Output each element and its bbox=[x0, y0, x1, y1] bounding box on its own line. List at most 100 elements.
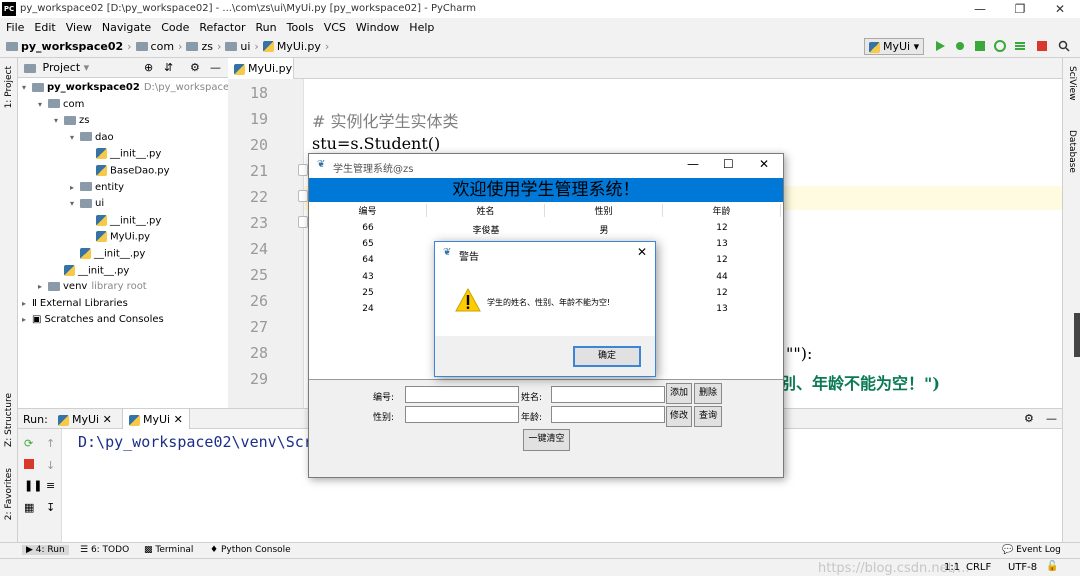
tree-item[interactable]: ▸ Ⅱ External Libraries bbox=[22, 298, 128, 309]
column-header[interactable]: 姓名 bbox=[427, 204, 545, 217]
locate-icon[interactable]: ⊕ bbox=[144, 58, 153, 78]
maximize-icon[interactable]: ❐ bbox=[1000, 0, 1040, 18]
delete-button[interactable]: 删除 bbox=[694, 383, 722, 404]
tree-item[interactable]: ▸ entity bbox=[70, 182, 124, 193]
up-arrow-icon[interactable]: ↑ bbox=[46, 437, 56, 450]
line-separator[interactable]: CRLF bbox=[966, 562, 991, 573]
breadcrumb-item-project[interactable]: py_workspace02 bbox=[21, 40, 123, 53]
tree-item[interactable]: ▾ dao bbox=[70, 132, 114, 143]
fold-marker-icon[interactable] bbox=[298, 216, 308, 228]
rerun-icon[interactable]: ⟳ bbox=[24, 437, 34, 450]
clear-all-button[interactable]: 一键清空 bbox=[523, 429, 570, 451]
tree-item[interactable]: ▾ ui bbox=[70, 198, 104, 209]
gear-icon[interactable]: ⚙ bbox=[190, 58, 200, 78]
run-tool-tab[interactable]: ▶ 4: Run bbox=[22, 545, 69, 555]
menu-code[interactable]: Code bbox=[161, 21, 189, 34]
query-button[interactable]: 查询 bbox=[694, 406, 722, 427]
chevron-down-icon[interactable]: ▾ bbox=[54, 116, 64, 125]
menu-navigate[interactable]: Navigate bbox=[102, 21, 151, 34]
run-icon[interactable] bbox=[934, 40, 946, 52]
stop-icon[interactable] bbox=[1036, 40, 1048, 52]
menu-edit[interactable]: Edit bbox=[34, 21, 55, 34]
fold-marker-icon[interactable] bbox=[298, 164, 308, 176]
run-tab-1[interactable]: MyUi ✕ bbox=[58, 413, 112, 426]
run-tab-2[interactable]: MyUi ✕ bbox=[122, 409, 190, 429]
down-arrow-icon[interactable]: ↓ bbox=[46, 459, 56, 472]
sex-input[interactable] bbox=[405, 406, 519, 423]
menu-refactor[interactable]: Refactor bbox=[199, 21, 245, 34]
wrap-icon[interactable]: ≡ bbox=[46, 479, 56, 492]
sciview-tool-tab[interactable]: SciView bbox=[1067, 66, 1077, 101]
project-tool-tab[interactable]: 1: Project bbox=[4, 66, 14, 108]
close-icon[interactable]: ✕ bbox=[1040, 0, 1080, 18]
chevron-right-icon[interactable]: ▸ bbox=[38, 282, 48, 291]
collapse-icon[interactable]: ⇵ bbox=[164, 58, 173, 78]
tree-item[interactable]: MyUi.py bbox=[86, 231, 150, 243]
menu-file[interactable]: File bbox=[6, 21, 24, 34]
fold-marker-icon[interactable] bbox=[298, 190, 308, 202]
breadcrumb-item-file[interactable]: MyUi.py bbox=[277, 40, 321, 53]
age-input[interactable] bbox=[551, 406, 665, 423]
chevron-right-icon[interactable]: ▸ bbox=[22, 315, 32, 324]
tree-item[interactable]: ▾ py_workspace02 D:\py_workspace02 bbox=[22, 82, 242, 93]
hide-icon[interactable]: — bbox=[1046, 412, 1057, 425]
tree-item[interactable]: __init__.py bbox=[54, 264, 129, 276]
edit-button[interactable]: 修改 bbox=[666, 406, 692, 427]
minimize-icon[interactable]: — bbox=[960, 0, 1000, 18]
todo-tool-tab[interactable]: ☰ 6: TODO bbox=[80, 545, 129, 555]
database-tool-tab[interactable]: Database bbox=[1067, 130, 1077, 173]
menu-view[interactable]: View bbox=[66, 21, 92, 34]
add-button[interactable]: 添加 bbox=[666, 383, 692, 404]
minimize-icon[interactable]: — bbox=[687, 157, 699, 171]
breadcrumb-item-zs[interactable]: zs bbox=[201, 40, 213, 53]
structure-tool-tab[interactable]: Z: Structure bbox=[4, 393, 14, 447]
chevron-down-icon[interactable]: ▾ bbox=[70, 133, 80, 142]
menu-help[interactable]: Help bbox=[409, 21, 434, 34]
menu-vcs[interactable]: VCS bbox=[324, 21, 346, 34]
search-icon[interactable] bbox=[1058, 40, 1070, 52]
tree-item[interactable]: ▸ venv library root bbox=[38, 281, 147, 292]
file-encoding[interactable]: UTF-8 bbox=[1008, 562, 1037, 573]
name-input[interactable] bbox=[551, 386, 665, 403]
layout-icon[interactable]: ▦ bbox=[24, 501, 34, 514]
caret-position[interactable]: 1:1 bbox=[944, 562, 960, 573]
chevron-down-icon[interactable]: ▾ bbox=[22, 83, 32, 92]
tree-item[interactable]: __init__.py bbox=[86, 214, 161, 226]
concurrency-icon[interactable] bbox=[1014, 40, 1026, 52]
hide-icon[interactable]: — bbox=[210, 58, 221, 78]
tree-item[interactable]: ▾ com bbox=[38, 99, 84, 110]
chevron-down-icon[interactable]: ▾ bbox=[70, 199, 80, 208]
tree-item[interactable]: ▾ zs bbox=[54, 115, 89, 126]
favorites-tool-tab[interactable]: 2: Favorites bbox=[4, 468, 14, 520]
project-panel-title[interactable]: Project bbox=[43, 61, 81, 74]
close-icon[interactable]: ✕ bbox=[759, 157, 769, 171]
menu-window[interactable]: Window bbox=[356, 21, 399, 34]
chevron-down-icon[interactable]: ▾ bbox=[38, 100, 48, 109]
maximize-icon[interactable]: ☐ bbox=[723, 157, 734, 171]
profile-icon[interactable] bbox=[994, 40, 1006, 52]
stop-icon[interactable] bbox=[24, 459, 34, 469]
breadcrumb-item-ui[interactable]: ui bbox=[240, 40, 250, 53]
run-config-select[interactable]: MyUi ▾ bbox=[864, 38, 924, 55]
breadcrumb-item-com[interactable]: com bbox=[151, 40, 175, 53]
column-header[interactable]: 编号 bbox=[309, 204, 427, 217]
terminal-tool-tab[interactable]: ▩ Terminal bbox=[144, 545, 193, 555]
close-icon[interactable]: ✕ bbox=[637, 245, 647, 259]
id-input[interactable] bbox=[405, 386, 519, 403]
pause-icon[interactable]: ❚❚ bbox=[24, 479, 42, 492]
lock-icon[interactable]: 🔓 bbox=[1046, 561, 1058, 572]
menu-run[interactable]: Run bbox=[256, 21, 277, 34]
event-log-tab[interactable]: 💬 Event Log bbox=[1002, 545, 1061, 555]
python-console-tool-tab[interactable]: ♦ Python Console bbox=[210, 545, 291, 555]
tree-item[interactable]: BaseDao.py bbox=[86, 165, 170, 177]
tree-item[interactable]: __init__.py bbox=[86, 148, 161, 160]
ok-button[interactable]: 确定 bbox=[573, 346, 641, 367]
editor-tab-myui[interactable]: MyUi.py bbox=[228, 58, 294, 79]
coverage-icon[interactable] bbox=[974, 40, 986, 52]
chevron-right-icon[interactable]: ▸ bbox=[70, 183, 80, 192]
debug-icon[interactable] bbox=[954, 40, 966, 52]
chevron-right-icon[interactable]: ▸ bbox=[22, 299, 32, 308]
gear-icon[interactable]: ⚙ bbox=[1024, 412, 1034, 425]
column-header[interactable]: 年龄 bbox=[663, 204, 781, 217]
scroll-end-icon[interactable]: ↧ bbox=[46, 501, 56, 514]
